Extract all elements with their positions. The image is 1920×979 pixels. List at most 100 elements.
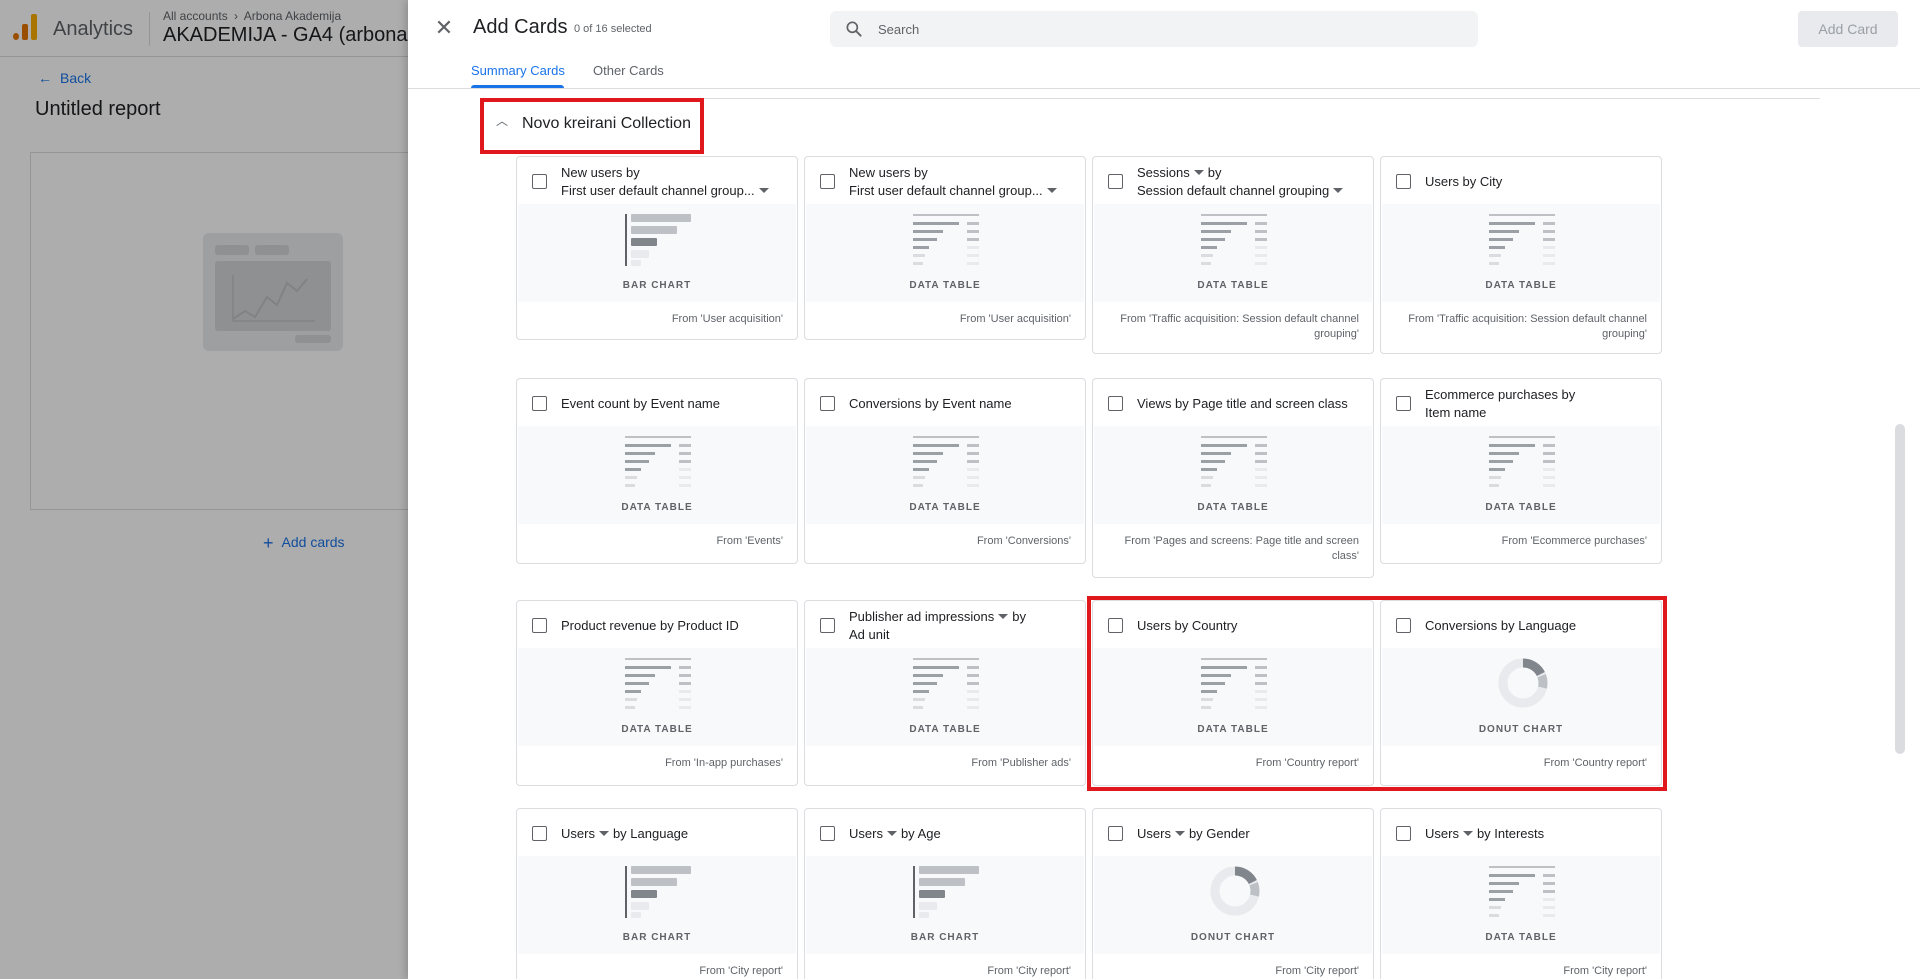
card-checkbox[interactable] bbox=[820, 174, 835, 189]
card-preview: BAR CHART bbox=[518, 856, 796, 954]
preview-type-label: DATA TABLE bbox=[621, 502, 693, 513]
card-checkbox[interactable] bbox=[1396, 826, 1411, 841]
card-preview: DATA TABLE bbox=[1382, 204, 1660, 302]
highlight-box-country-cards bbox=[1087, 596, 1667, 791]
card-title: Sessions by Session default channel groupi… bbox=[1137, 164, 1363, 200]
card-title: Publisher ad impressions by Ad unit bbox=[849, 608, 1075, 644]
highlight-box-collection bbox=[480, 98, 704, 154]
card-preview: DATA TABLE bbox=[806, 426, 1084, 524]
summary-card[interactable]: Sessions by Session default channel groupi… bbox=[1092, 156, 1374, 354]
card-title-text: New users by bbox=[849, 165, 928, 180]
summary-card[interactable]: Ecommerce purchases by Item name DATA TABL… bbox=[1380, 378, 1662, 564]
card-source: From 'User acquisition' bbox=[671, 313, 783, 325]
summary-card[interactable]: Views by Page title and screen class DATA… bbox=[1092, 378, 1374, 578]
card-checkbox[interactable] bbox=[1108, 174, 1123, 189]
preview-type-label: DATA TABLE bbox=[621, 724, 693, 735]
card-checkbox[interactable] bbox=[532, 618, 547, 633]
card-source: From 'Events' bbox=[716, 535, 783, 547]
dropdown-arrow-icon[interactable] bbox=[1333, 188, 1344, 193]
data-table-icon bbox=[1489, 436, 1555, 487]
dropdown-arrow-icon[interactable] bbox=[1193, 170, 1204, 175]
card-preview: DATA TABLE bbox=[806, 204, 1084, 302]
card-checkbox[interactable] bbox=[820, 826, 835, 841]
card-source: From 'Traffic acquisition: Session defau… bbox=[1120, 313, 1359, 340]
card-title-text: Users bbox=[561, 826, 595, 841]
preview-type-label: DATA TABLE bbox=[909, 724, 981, 735]
search-input[interactable] bbox=[878, 11, 1458, 47]
dropdown-arrow-icon[interactable] bbox=[998, 614, 1009, 619]
preview-type-label: BAR CHART bbox=[622, 932, 692, 943]
card-checkbox[interactable] bbox=[532, 826, 547, 841]
card-title-text: Product revenue by Product ID bbox=[561, 618, 739, 633]
data-table-icon bbox=[1489, 214, 1555, 265]
card-checkbox[interactable] bbox=[820, 396, 835, 411]
card-source: From 'City report' bbox=[987, 965, 1071, 977]
card-title-dimension: First user default channel group... bbox=[561, 183, 755, 198]
preview-type-label: BAR CHART bbox=[622, 280, 692, 291]
preview-type-label: DATA TABLE bbox=[1485, 932, 1557, 943]
summary-card[interactable]: Publisher ad impressions by Ad unit DATA TA… bbox=[804, 600, 1086, 786]
card-preview: DATA TABLE bbox=[518, 426, 796, 524]
card-title-text: Users by City bbox=[1425, 174, 1503, 189]
dropdown-arrow-icon[interactable] bbox=[1462, 831, 1473, 836]
card-preview: BAR CHART bbox=[518, 204, 796, 302]
card-title: Users by Interests bbox=[1425, 825, 1651, 843]
card-checkbox[interactable] bbox=[1396, 174, 1411, 189]
card-title: Conversions by Event name bbox=[849, 395, 1075, 413]
card-title-suffix: by Interests bbox=[1476, 826, 1545, 841]
card-title-suffix: by bbox=[1207, 165, 1222, 180]
tab-other-cards[interactable]: Other Cards bbox=[593, 63, 664, 78]
preview-type-label: DATA TABLE bbox=[1197, 502, 1269, 513]
summary-card[interactable]: Users by Interests DATA TABLE From 'City re… bbox=[1380, 808, 1662, 979]
dropdown-arrow-icon[interactable] bbox=[1046, 188, 1057, 193]
summary-card[interactable]: Users by Gender DONUT CHART From 'City repo… bbox=[1092, 808, 1374, 979]
card-checkbox[interactable] bbox=[532, 396, 547, 411]
card-title-suffix: by Gender bbox=[1188, 826, 1250, 841]
preview-type-label: DONUT CHART bbox=[1190, 932, 1276, 943]
card-title: Users by City bbox=[1425, 173, 1651, 191]
card-checkbox[interactable] bbox=[1108, 396, 1123, 411]
dropdown-arrow-icon[interactable] bbox=[1174, 831, 1185, 836]
bar-chart-icon bbox=[625, 866, 691, 918]
bar-chart-icon bbox=[913, 866, 979, 918]
data-table-icon bbox=[1201, 436, 1267, 487]
tab-summary-cards[interactable]: Summary Cards bbox=[471, 63, 565, 78]
card-title: Ecommerce purchases by Item name bbox=[1425, 386, 1651, 422]
card-checkbox[interactable] bbox=[1396, 396, 1411, 411]
summary-card[interactable]: New users by First user default channel g… bbox=[516, 156, 798, 340]
card-title-text: Conversions by Event name bbox=[849, 396, 1012, 411]
vertical-scrollbar[interactable] bbox=[1895, 424, 1905, 754]
card-title-text: Views by Page title and screen class bbox=[1137, 396, 1348, 411]
card-title-dimension: Ad unit bbox=[849, 627, 890, 642]
summary-card[interactable]: Users by Language BAR CHART From 'City repo… bbox=[516, 808, 798, 979]
card-checkbox[interactable] bbox=[532, 174, 547, 189]
dropdown-arrow-icon[interactable] bbox=[598, 831, 609, 836]
summary-card[interactable]: Users by Age BAR CHART From 'City report' bbox=[804, 808, 1086, 979]
summary-card[interactable]: Event count by Event name DATA TABLE From … bbox=[516, 378, 798, 564]
close-icon[interactable]: ✕ bbox=[432, 16, 456, 40]
card-preview: DATA TABLE bbox=[1382, 856, 1660, 954]
card-source: From 'City report' bbox=[1275, 965, 1359, 977]
summary-card[interactable]: New users by First user default channel g… bbox=[804, 156, 1086, 340]
card-title-text: Publisher ad impressions bbox=[849, 609, 995, 624]
card-title: New users by First user default channel g… bbox=[849, 164, 1075, 200]
card-title-suffix: by bbox=[1012, 609, 1026, 624]
card-title-text: Ecommerce purchases by bbox=[1425, 387, 1576, 402]
add-cards-drawer: ✕ Add Cards 0 of 16 selected Add Card Su… bbox=[408, 0, 1920, 979]
active-tab-indicator bbox=[471, 85, 564, 88]
preview-type-label: DATA TABLE bbox=[909, 280, 981, 291]
summary-card[interactable]: Users by City DATA TABLE From 'Traffic acq… bbox=[1380, 156, 1662, 354]
card-title-text: New users by bbox=[561, 165, 640, 180]
card-checkbox[interactable] bbox=[1108, 826, 1123, 841]
card-title-text: Users bbox=[1137, 826, 1171, 841]
search-box[interactable] bbox=[830, 11, 1478, 47]
dropdown-arrow-icon[interactable] bbox=[886, 831, 897, 836]
summary-card[interactable]: Conversions by Event name DATA TABLE From … bbox=[804, 378, 1086, 564]
dropdown-arrow-icon[interactable] bbox=[758, 188, 769, 193]
card-preview: BAR CHART bbox=[806, 856, 1084, 954]
summary-card[interactable]: Product revenue by Product ID DATA TABLE F… bbox=[516, 600, 798, 786]
add-card-button[interactable]: Add Card bbox=[1798, 11, 1898, 47]
cards-scroll-area[interactable]: ︿ Novo kreirani Collection New users by F… bbox=[408, 89, 1920, 979]
card-checkbox[interactable] bbox=[820, 618, 835, 633]
card-title: Product revenue by Product ID bbox=[561, 617, 787, 635]
